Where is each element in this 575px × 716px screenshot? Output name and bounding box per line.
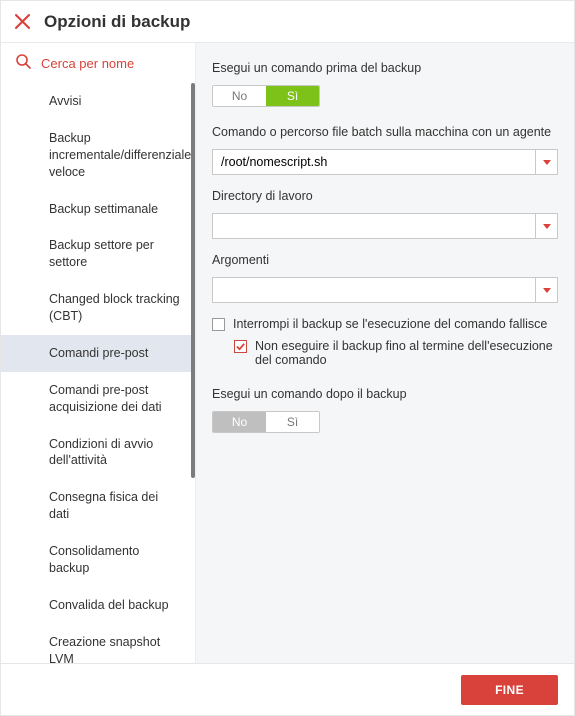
done-button[interactable]: FINE [461,675,558,705]
dialog-title: Opzioni di backup [44,12,190,32]
pre-toggle[interactable]: No Sì [212,85,320,107]
sidebar-nav: Avvisi Backup incrementale/differenziale… [1,83,195,663]
sidebar-item-fast-incremental[interactable]: Backup incrementale/differenziale veloce [1,120,195,191]
args-input[interactable] [213,278,535,302]
close-icon[interactable] [15,14,30,29]
post-toggle-yes[interactable]: Sì [266,412,319,432]
args-label: Argomenti [212,253,558,267]
content-pane: Esegui un comando prima del backup No Sì… [196,43,574,663]
sidebar-item-prepost[interactable]: Comandi pre-post [1,335,195,372]
cmd-dropdown[interactable] [535,150,557,174]
wd-field[interactable] [212,213,558,239]
search-icon [15,53,31,74]
dialog-header: Opzioni di backup [1,1,574,43]
cmd-field[interactable] [212,149,558,175]
sidebar: Cerca per nome Avvisi Backup incremental… [1,43,196,663]
sidebar-search[interactable]: Cerca per nome [1,43,195,83]
wd-label: Directory di lavoro [212,189,558,203]
sidebar-item-consolidation[interactable]: Consolidamento backup [1,533,195,587]
sidebar-item-validation[interactable]: Convalida del backup [1,587,195,624]
pre-heading: Esegui un comando prima del backup [212,61,558,75]
wait-checkbox[interactable] [234,340,247,353]
sidebar-item-weekly[interactable]: Backup settimanale [1,191,195,228]
sidebar-item-sector[interactable]: Backup settore per settore [1,227,195,281]
pre-toggle-yes[interactable]: Sì [266,86,319,106]
abort-checkbox[interactable] [212,318,225,331]
args-field[interactable] [212,277,558,303]
sidebar-item-start-conditions[interactable]: Condizioni di avvio dell'attività [1,426,195,480]
abort-check-row[interactable]: Interrompi il backup se l'esecuzione del… [212,317,558,331]
sidebar-item-lvm[interactable]: Creazione snapshot LVM [1,624,195,663]
dialog-footer: FINE [1,663,574,715]
wait-check-row[interactable]: Non eseguire il backup fino al termine d… [234,339,558,367]
abort-label: Interrompi il backup se l'esecuzione del… [233,317,547,331]
sidebar-scrollbar[interactable] [191,83,195,478]
sidebar-item-prepost-data[interactable]: Comandi pre-post acquisizione dei dati [1,372,195,426]
pre-toggle-no[interactable]: No [213,86,266,106]
wait-label: Non eseguire il backup fino al termine d… [255,339,558,367]
sidebar-item-shipping[interactable]: Consegna fisica dei dati [1,479,195,533]
post-toggle-no[interactable]: No [213,412,266,432]
args-dropdown[interactable] [535,278,557,302]
sidebar-item-avvisi[interactable]: Avvisi [1,83,195,120]
cmd-input[interactable] [213,150,535,174]
search-placeholder: Cerca per nome [41,56,134,71]
sidebar-item-cbt[interactable]: Changed block tracking (CBT) [1,281,195,335]
cmd-label: Comando o percorso file batch sulla macc… [212,125,558,139]
post-heading: Esegui un comando dopo il backup [212,387,558,401]
post-toggle[interactable]: No Sì [212,411,320,433]
wd-dropdown[interactable] [535,214,557,238]
wd-input[interactable] [213,214,535,238]
